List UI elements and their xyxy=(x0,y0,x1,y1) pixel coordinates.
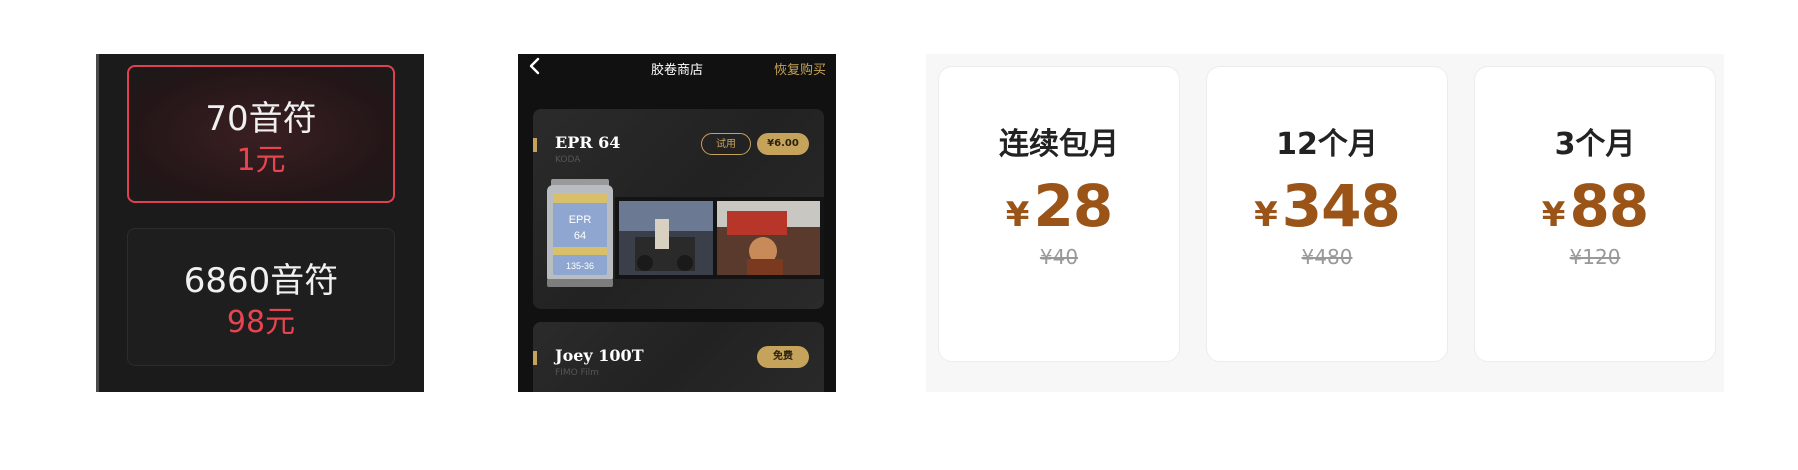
plan-card-monthly[interactable]: 连续包月 ¥28 ¥40 xyxy=(938,66,1180,362)
currency-symbol: ¥ xyxy=(1005,195,1030,235)
plan-price: ¥348 xyxy=(1207,175,1447,237)
price-value: 88 xyxy=(1569,172,1649,240)
price-value: 348 xyxy=(1281,172,1401,240)
plan-card-3-months[interactable]: 3个月 ¥88 ¥120 xyxy=(1474,66,1716,362)
film-card-joey100t[interactable]: Joey 100T FIMO Film 免费 xyxy=(533,322,824,392)
note-option-6860[interactable]: 6860音符 98元 xyxy=(127,228,395,366)
notes-purchase-panel: 70音符 1元 6860音符 98元 xyxy=(96,54,424,392)
film-brand: FIMO Film xyxy=(555,368,599,378)
film-card-epr64[interactable]: EPR 64 KODA 试用 ¥6.00 EPR 64 135-36 xyxy=(533,109,824,309)
film-marker xyxy=(533,351,537,365)
note-quantity: 6860音符 xyxy=(183,261,339,301)
note-price: 1元 xyxy=(236,143,286,178)
film-marker xyxy=(533,138,537,152)
currency-symbol: ¥ xyxy=(1254,195,1278,235)
note-price: 98元 xyxy=(226,305,296,340)
svg-text:EPR: EPR xyxy=(569,214,592,226)
original-price: ¥40 xyxy=(1039,245,1079,269)
original-price: ¥480 xyxy=(1301,245,1353,269)
buy-price-button[interactable]: ¥6.00 xyxy=(757,133,809,155)
free-button[interactable]: 免费 xyxy=(757,346,809,368)
film-canister-image: EPR 64 135-36 xyxy=(547,179,613,287)
film-brand: KODA xyxy=(555,155,581,165)
plan-price: ¥88 xyxy=(1475,175,1715,237)
plan-name: 连续包月 xyxy=(999,127,1119,162)
film-name: EPR 64 xyxy=(555,133,621,152)
membership-plans-panel: 连续包月 ¥28 ¥40 12个月 ¥348 ¥480 3个月 ¥88 ¥120 xyxy=(926,54,1724,392)
original-price: ¥120 xyxy=(1569,245,1621,269)
plan-card-12-months[interactable]: 12个月 ¥348 ¥480 xyxy=(1206,66,1448,362)
film-store-panel: 胶卷商店 恢复购买 EPR 64 KODA 试用 ¥6.00 EPR 64 13… xyxy=(518,54,836,392)
note-option-70[interactable]: 70音符 1元 xyxy=(127,65,395,203)
restore-purchase-button[interactable]: 恢复购买 xyxy=(774,59,826,78)
plan-price: ¥28 xyxy=(939,175,1179,237)
plan-name: 3个月 xyxy=(1554,127,1636,162)
price-value: 28 xyxy=(1033,172,1113,240)
trial-button[interactable]: 试用 xyxy=(701,133,751,155)
sample-photos-strip xyxy=(615,197,824,279)
plan-name: 12个月 xyxy=(1276,127,1378,162)
currency-symbol: ¥ xyxy=(1541,195,1566,235)
note-quantity: 70音符 xyxy=(205,99,317,139)
film-name: Joey 100T xyxy=(555,346,644,365)
svg-text:64: 64 xyxy=(574,230,586,242)
svg-text:135-36: 135-36 xyxy=(566,261,594,271)
